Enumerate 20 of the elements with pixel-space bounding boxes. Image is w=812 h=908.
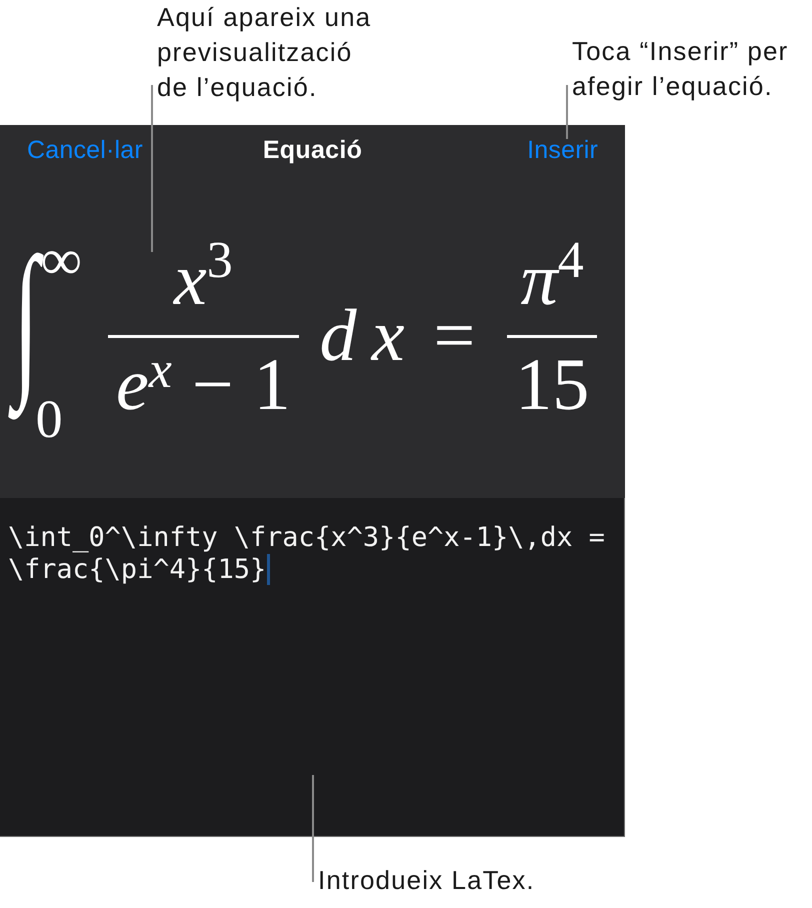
math-operator: = [433,294,476,379]
math-variable: π [520,239,558,321]
leader-line [566,85,568,139]
insert-button[interactable]: Inserir [527,136,598,164]
math-number: 1 [254,344,291,426]
callout-text: Aquí apareix una previsualització de l’equació. [157,1,372,104]
callout-text: Toca “Inserir” per afegir l’equació. [572,35,790,103]
math-variable: d [320,294,357,379]
math-exponent: 4 [558,232,584,289]
callout-text: Introdueix LaTex. [318,864,535,897]
cancel-button[interactable]: Cancel·lar [27,136,143,164]
math-exponent: 3 [206,232,233,289]
math-variable: e [116,344,149,426]
math-variable: x [372,294,404,379]
latex-input-field[interactable]: \int_0^\infty \frac{x^3}{e^x-1}\,dx = \frac{\pi^4}{15} [0,498,625,837]
math-variable: x [174,239,207,321]
math-number: 15 [515,344,590,426]
math-exponent: x [148,342,172,399]
math-operator: − [192,344,234,426]
dialog-title: Equació [262,136,362,164]
